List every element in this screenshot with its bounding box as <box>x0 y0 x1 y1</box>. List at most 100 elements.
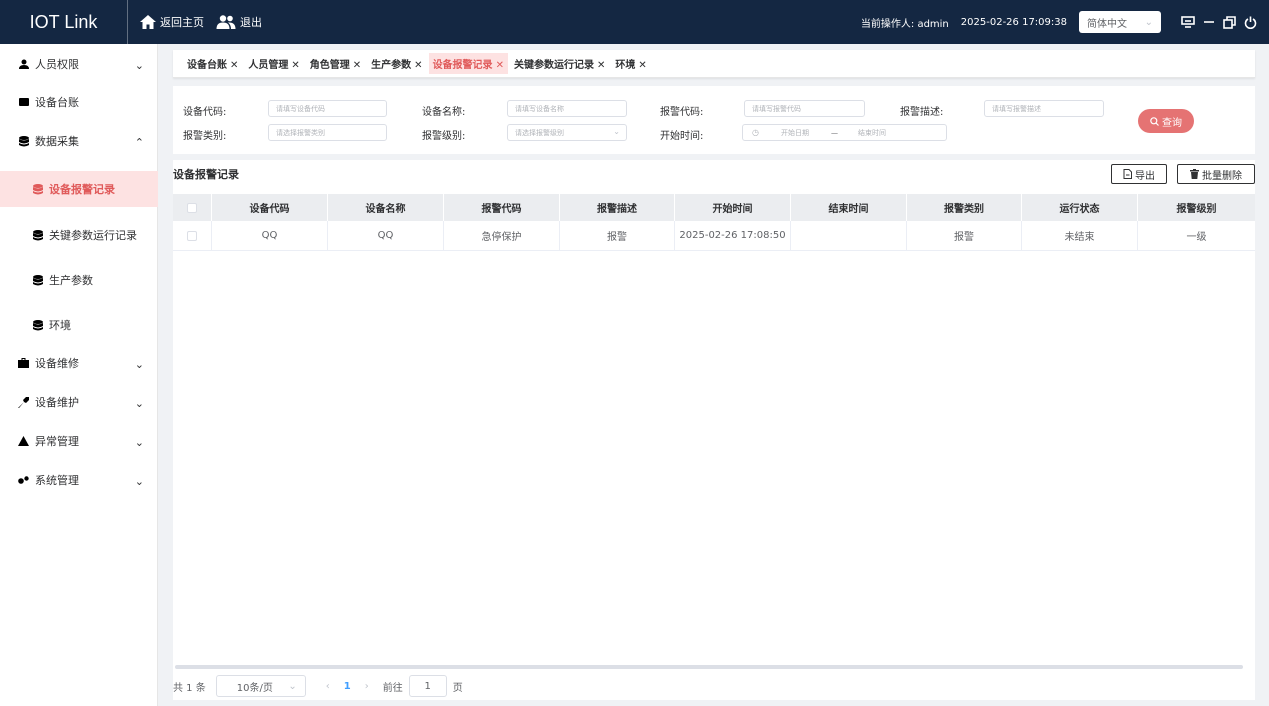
operator-label: 当前操作人: admin <box>860 18 949 30</box>
users-icon <box>216 15 236 29</box>
close-icon[interactable]: ✕ <box>638 60 646 71</box>
start-time-label: 开始时间: <box>660 131 704 142</box>
close-icon[interactable]: ✕ <box>230 60 238 71</box>
table-cell: 一级 <box>1186 232 1207 243</box>
sidebar-item-device-ledger[interactable]: 设备台账 <box>0 84 158 120</box>
close-icon[interactable]: ✕ <box>353 60 361 71</box>
column-header[interactable]: 设备代码 <box>212 194 328 221</box>
row-checkbox[interactable] <box>187 230 197 241</box>
close-icon[interactable]: ✕ <box>291 60 299 71</box>
goto-page-input[interactable]: 1 <box>408 675 447 697</box>
gears-icon <box>18 475 29 484</box>
search-form: 设备代码: 请填写设备代码 设备名称: 请填写设备名称 报警代码: 请填写报警代… <box>173 86 1255 154</box>
chevron-down-icon: ⌄ <box>288 680 297 692</box>
logout-link[interactable]: 退出 <box>216 14 262 30</box>
device-code-label: 设备代码: <box>183 107 227 118</box>
search-icon <box>1150 116 1159 126</box>
page-size-select[interactable]: 10条/页 ⌄ <box>215 675 306 697</box>
select-all-checkbox[interactable] <box>187 202 197 213</box>
close-icon[interactable]: ✕ <box>496 60 504 71</box>
horizontal-scrollbar[interactable] <box>175 665 1243 669</box>
column-header[interactable]: 报警代码 <box>444 194 560 221</box>
batch-delete-label: 批量删除 <box>1202 170 1242 182</box>
sidebar-item-label: 系统管理 <box>35 474 79 487</box>
warning-icon <box>18 436 29 446</box>
tab-production-params[interactable]: 生产参数 ✕ <box>367 53 426 74</box>
tab-roles[interactable]: 角色管理 ✕ <box>306 53 365 74</box>
table-cell: 报警 <box>907 221 1022 250</box>
home-link[interactable]: 返回主页 <box>140 14 204 30</box>
sidebar-item-key-params[interactable]: 关键参数运行记录 <box>0 217 158 253</box>
query-button[interactable]: 查询 <box>1138 109 1194 133</box>
close-icon[interactable]: ✕ <box>414 60 422 71</box>
tab-key-params[interactable]: 关键参数运行记录 ✕ <box>510 53 609 74</box>
start-date-placeholder: 开始日期 <box>780 128 809 137</box>
database-icon <box>18 135 29 146</box>
chevron-down-icon: ⌄ <box>134 358 144 371</box>
restore-icon[interactable] <box>1223 15 1236 29</box>
trash-icon <box>1190 169 1199 179</box>
batch-delete-button[interactable]: 批量删除 <box>1177 164 1255 184</box>
sidebar-item-label: 数据采集 <box>35 135 79 148</box>
sidebar-item-alarm-records[interactable]: 设备报警记录 <box>0 171 158 207</box>
current-page[interactable]: 1 <box>344 681 351 692</box>
power-icon[interactable] <box>1244 16 1257 29</box>
table-cell: 2025-02-26 17:08:50 <box>675 221 791 250</box>
page-size-value: 10条/页 <box>236 682 273 694</box>
tab-alarm-records[interactable]: 设备报警记录 ✕ <box>428 53 508 74</box>
column-header[interactable]: 报警类别 <box>907 194 1022 221</box>
alarm-desc-input[interactable]: 请填写报警描述 <box>984 100 1104 117</box>
column-header[interactable]: 报警描述 <box>560 194 675 221</box>
device-code-input[interactable]: 请填写设备代码 <box>268 100 387 117</box>
alarm-type-select[interactable]: 请选择报警类别 <box>268 124 387 141</box>
export-button[interactable]: 导出 <box>1111 164 1167 184</box>
chevron-down-icon: ⌄ <box>613 127 620 136</box>
alarm-code-input[interactable]: 请填写报警代码 <box>744 100 865 117</box>
row-select-cell[interactable] <box>173 221 212 250</box>
tab-label: 环境 <box>615 60 636 71</box>
date-range-picker[interactable]: ◷ 开始日期 — 结束时间 <box>742 124 947 141</box>
sidebar-item-environment[interactable]: 环境 <box>0 307 158 343</box>
table-header: 设备代码 设备名称 报警代码 报警描述 开始时间 结束时间 报警类别 运行状态 … <box>173 194 1255 221</box>
alarm-type-label: 报警类别: <box>183 131 227 142</box>
sidebar-item-personnel[interactable]: 人员权限 ⌄ <box>0 46 158 82</box>
column-header[interactable]: 报警级别 <box>1138 194 1255 221</box>
tab-environment[interactable]: 环境 ✕ <box>611 53 650 74</box>
table-cell: 急停保护 <box>444 221 560 250</box>
sidebar-item-label: 设备维修 <box>35 357 79 370</box>
minimize-icon[interactable] <box>1203 16 1215 28</box>
next-page-button[interactable]: › <box>365 681 369 692</box>
sidebar-item-production-params[interactable]: 生产参数 <box>0 262 158 298</box>
tab-label: 关键参数运行记录 <box>513 60 594 71</box>
toolbox-icon <box>18 358 29 368</box>
column-header[interactable]: 运行状态 <box>1022 194 1138 221</box>
device-name-input[interactable]: 请填写设备名称 <box>507 100 627 117</box>
database-icon <box>32 183 43 194</box>
column-header[interactable]: 设备名称 <box>328 194 444 221</box>
sidebar-item-exception[interactable]: 异常管理 ⌄ <box>0 423 158 459</box>
window-controls <box>1181 15 1257 29</box>
select-all-cell[interactable] <box>173 194 212 221</box>
clock-icon: ◷ <box>752 128 759 137</box>
alarm-desc-label: 报警描述: <box>900 107 944 118</box>
language-select[interactable]: 简体中文 ⌄ <box>1079 11 1161 33</box>
sidebar-item-data-collection[interactable]: 数据采集 ⌃ <box>0 123 158 159</box>
sidebar-item-device-repair[interactable]: 设备维修 ⌄ <box>0 345 158 381</box>
tab-label: 人员管理 <box>248 60 289 71</box>
column-header[interactable]: 开始时间 <box>675 194 791 221</box>
prev-page-button[interactable]: ‹ <box>326 681 330 692</box>
tab-device-ledger[interactable]: 设备台账 ✕ <box>183 53 242 74</box>
screen-icon[interactable] <box>1181 16 1195 28</box>
tab-personnel[interactable]: 人员管理 ✕ <box>244 53 303 74</box>
top-bar: IOT Link 返回主页 退出 当前操作人: admin 2025-02-26… <box>0 0 1269 44</box>
chevron-down-icon: ⌄ <box>134 436 144 449</box>
column-header[interactable]: 结束时间 <box>791 194 907 221</box>
page-unit-label: 页 <box>452 682 463 694</box>
sidebar-item-device-maintenance[interactable]: 设备维护 ⌄ <box>0 384 158 420</box>
sidebar-item-system[interactable]: 系统管理 ⌄ <box>0 462 158 498</box>
alarm-level-select[interactable]: 请选择报警级别 ⌄ <box>507 124 627 141</box>
table-row[interactable]: QQ QQ 急停保护 报警 2025-02-26 17:08:50 报警 未结束… <box>173 221 1255 251</box>
total-count: 共 1 条 <box>173 682 206 694</box>
close-icon[interactable]: ✕ <box>597 60 605 71</box>
export-icon <box>1123 169 1132 179</box>
